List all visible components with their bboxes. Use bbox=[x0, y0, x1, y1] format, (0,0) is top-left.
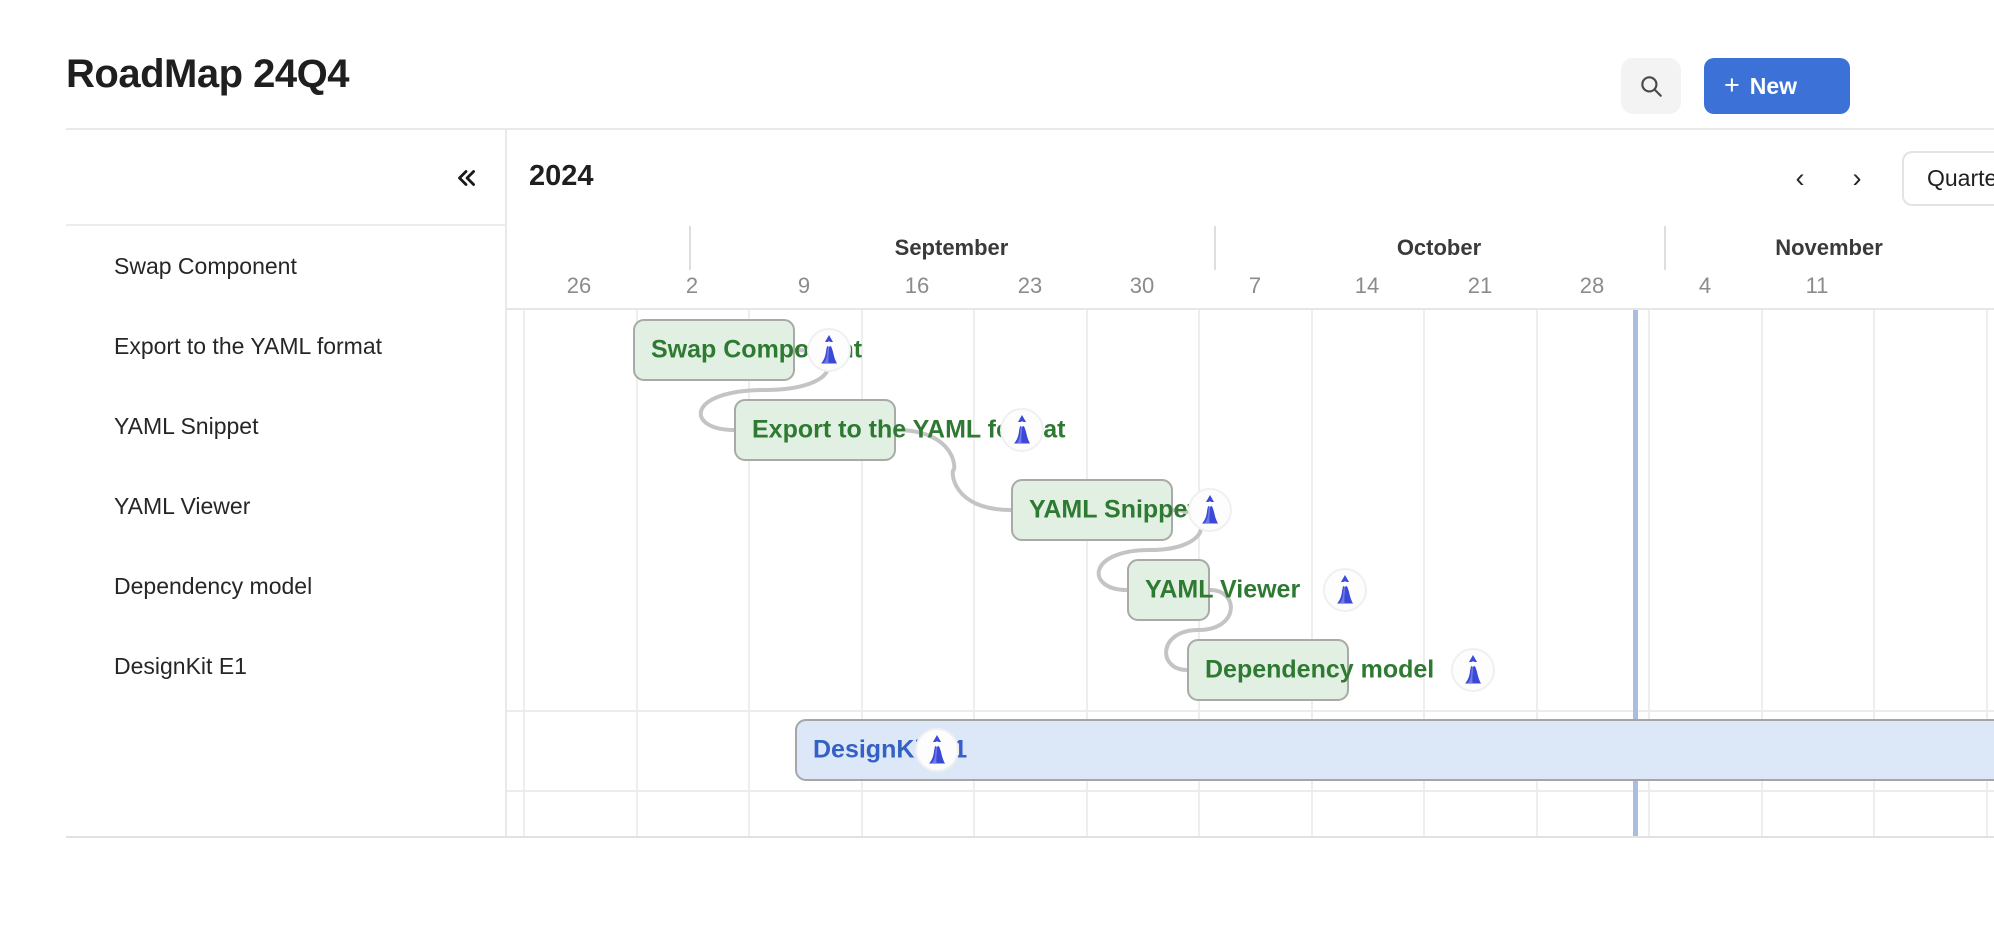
task-list-row-label: Swap Component bbox=[114, 252, 297, 279]
task-list-row[interactable]: YAML Viewer bbox=[66, 466, 505, 546]
month-row: September October November bbox=[507, 226, 1994, 270]
assignee-avatar[interactable] bbox=[1188, 488, 1232, 532]
task-list-row-label: Dependency model bbox=[114, 572, 313, 599]
search-button[interactable] bbox=[1621, 58, 1681, 114]
assignee-avatar[interactable] bbox=[915, 728, 959, 772]
task-list-row-label: YAML Snippet bbox=[114, 412, 259, 439]
zoom-level-select[interactable]: Quarter bbox=[1902, 151, 1994, 206]
next-period-button[interactable]: › bbox=[1834, 154, 1880, 202]
task-list: Swap Component Export to the YAML format Y… bbox=[66, 226, 505, 706]
dependency-link bbox=[894, 428, 1013, 512]
month-separator bbox=[1664, 226, 1666, 270]
vertical-gridline bbox=[748, 310, 750, 836]
week-tick-label: 2 bbox=[685, 273, 699, 298]
task-list-row-label: Export to the YAML format bbox=[114, 332, 383, 359]
week-tick-label: 7 bbox=[1248, 273, 1262, 298]
gantt-summary-bar[interactable] bbox=[795, 719, 1994, 781]
week-row: 26 2 9 16 23 30 7 14 21 28 4 11 bbox=[507, 270, 1994, 310]
chevron-double-left-icon bbox=[453, 165, 479, 194]
chart-body[interactable]: Swap Component Export to the YAML format Y… bbox=[507, 310, 1994, 836]
vertical-gridline bbox=[636, 310, 638, 836]
page-title: RoadMap 24Q4 bbox=[66, 52, 349, 96]
week-tick-label: 11 bbox=[1805, 273, 1829, 298]
row-separator bbox=[507, 790, 1994, 792]
task-list-row-label: DesignKit E1 bbox=[114, 652, 247, 679]
assignee-avatar[interactable] bbox=[807, 328, 851, 372]
gantt-task-bar[interactable] bbox=[1127, 559, 1210, 621]
task-list-pane: Swap Component Export to the YAML format Y… bbox=[66, 130, 507, 836]
task-list-row-label: YAML Viewer bbox=[114, 492, 251, 519]
week-tick-label: 16 bbox=[904, 273, 930, 298]
week-tick-label: 9 bbox=[797, 273, 811, 298]
gantt-task-bar[interactable] bbox=[734, 399, 896, 461]
week-tick-label: 28 bbox=[1579, 273, 1605, 298]
week-tick-label: 23 bbox=[1017, 273, 1043, 298]
plus-icon: + bbox=[1724, 69, 1740, 100]
task-list-row[interactable]: Swap Component bbox=[66, 226, 505, 306]
gantt-task-bar[interactable] bbox=[1011, 479, 1173, 541]
week-tick-label: 4 bbox=[1698, 273, 1712, 298]
month-separator bbox=[1214, 226, 1216, 270]
timeline-toolbar: 2024 ‹ › Quarter Today Fit bbox=[507, 130, 1994, 226]
zoom-level-value: Quarter bbox=[1927, 165, 1994, 191]
search-icon bbox=[1638, 73, 1664, 99]
month-label: November bbox=[1775, 235, 1883, 260]
page-header: RoadMap 24Q4 + New bbox=[0, 0, 1994, 128]
date-header: September October November 26 2 9 16 23 30 7 14 21… bbox=[507, 226, 1994, 310]
gantt-task-bar[interactable] bbox=[1187, 639, 1349, 701]
new-button-label: New bbox=[1749, 72, 1798, 99]
gantt-container: Swap Component Export to the YAML format Y… bbox=[66, 128, 1994, 838]
assignee-avatar[interactable] bbox=[1000, 408, 1044, 452]
collapse-sidebar-button[interactable] bbox=[445, 158, 487, 200]
week-tick-label: 30 bbox=[1129, 273, 1155, 298]
year-label: 2024 bbox=[529, 160, 594, 192]
vertical-gridline bbox=[523, 310, 525, 836]
task-list-header bbox=[66, 130, 505, 226]
task-list-row[interactable]: YAML Snippet bbox=[66, 386, 505, 466]
prev-period-button[interactable]: ‹ bbox=[1777, 154, 1823, 202]
row-separator bbox=[507, 710, 1994, 712]
new-button[interactable]: + New bbox=[1704, 58, 1850, 114]
assignee-avatar[interactable] bbox=[1451, 648, 1495, 692]
month-label: October bbox=[1396, 235, 1482, 260]
timeline-pane: 2024 ‹ › Quarter Today Fit bbox=[507, 130, 1994, 836]
week-tick-label: 26 bbox=[566, 273, 592, 298]
week-tick-label: 14 bbox=[1354, 273, 1380, 298]
gantt-task-bar[interactable] bbox=[633, 319, 795, 381]
roadmap-gantt-app: RoadMap 24Q4 + New Swap Component Export… bbox=[0, 0, 1994, 930]
month-separator bbox=[689, 226, 691, 270]
week-tick-label: 21 bbox=[1467, 273, 1493, 298]
task-list-row[interactable]: Export to the YAML format bbox=[66, 306, 505, 386]
task-list-row[interactable]: Dependency model bbox=[66, 546, 505, 626]
month-label: September bbox=[894, 235, 1009, 260]
assignee-avatar[interactable] bbox=[1323, 568, 1367, 612]
task-list-row[interactable]: DesignKit E1 bbox=[66, 626, 505, 706]
